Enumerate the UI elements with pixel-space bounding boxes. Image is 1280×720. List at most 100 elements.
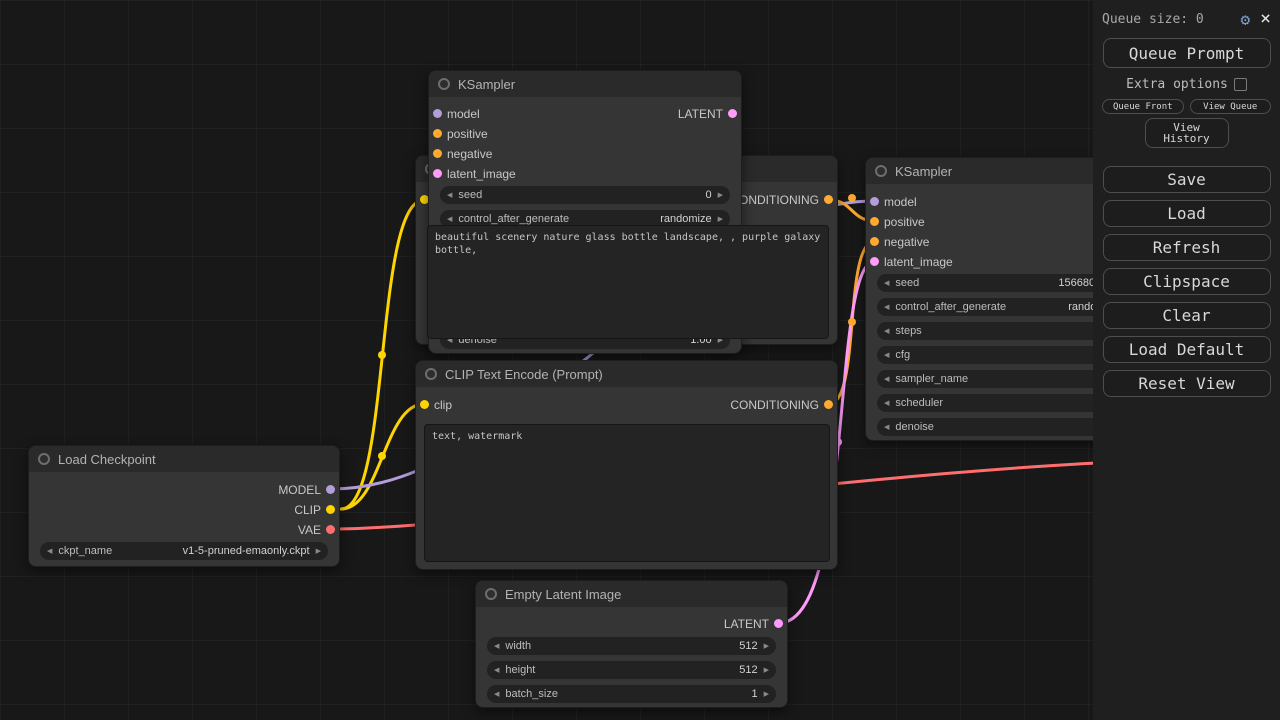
- slot-label: latent_image: [447, 167, 516, 181]
- decrement-arrow-icon[interactable]: ◀: [884, 424, 889, 431]
- decrement-arrow-icon[interactable]: ◀: [447, 216, 452, 223]
- widget-label: cfg: [895, 349, 910, 361]
- queue-front-button[interactable]: Queue Front: [1102, 99, 1184, 114]
- vae-output-slot[interactable]: [326, 525, 335, 534]
- comfyui-canvas[interactable]: { "icons": { "gear": "⚙", "close": "×", …: [0, 0, 1280, 720]
- link-midpoint-dot: [848, 194, 856, 202]
- increment-arrow-icon[interactable]: ▶: [316, 548, 321, 555]
- latent-output-slot[interactable]: [774, 619, 783, 628]
- widget-value: 1: [751, 688, 757, 700]
- node-title-bar[interactable]: CLIP Text Encode (Prompt): [416, 361, 837, 387]
- widget-value: 512: [739, 664, 757, 676]
- slot-label: model: [884, 195, 917, 209]
- clear-button[interactable]: Clear: [1103, 302, 1271, 329]
- queue-size-label: Queue size: 0: [1102, 12, 1241, 27]
- node-title-bar[interactable]: Empty Latent Image: [476, 581, 787, 607]
- decrement-arrow-icon[interactable]: ◀: [884, 280, 889, 287]
- latent-image-input-slot[interactable]: [870, 257, 879, 266]
- refresh-button[interactable]: Refresh: [1103, 234, 1271, 261]
- node-title: KSampler: [458, 77, 515, 92]
- node-title-bar[interactable]: KSampler: [429, 71, 741, 97]
- conditioning-output-slot[interactable]: [824, 400, 833, 409]
- node-load-checkpoint[interactable]: Load Checkpoint MODEL CLIP VAE ◀ ckpt_na…: [28, 445, 340, 567]
- clipspace-button[interactable]: Clipspace: [1103, 268, 1271, 295]
- widget-label: seed: [895, 277, 919, 289]
- reset-view-button[interactable]: Reset View: [1103, 370, 1271, 397]
- slot-label: CLIP: [294, 503, 321, 517]
- view-history-button[interactable]: View History: [1145, 118, 1229, 148]
- decrement-arrow-icon[interactable]: ◀: [884, 400, 889, 407]
- model-input-slot[interactable]: [433, 109, 442, 118]
- decrement-arrow-icon[interactable]: ◀: [884, 328, 889, 335]
- widget-label: width: [505, 640, 531, 652]
- increment-arrow-icon[interactable]: ▶: [764, 667, 769, 674]
- positive-prompt-textarea[interactable]: beautiful scenery nature glass bottle la…: [427, 225, 829, 339]
- decrement-arrow-icon[interactable]: ◀: [884, 304, 889, 311]
- slot-label: CONDITIONING: [730, 193, 819, 207]
- slot-row: latent_image: [429, 165, 741, 183]
- save-button[interactable]: Save: [1103, 166, 1271, 193]
- queue-prompt-button[interactable]: Queue Prompt: [1103, 38, 1271, 68]
- clip-input-slot[interactable]: [420, 400, 429, 409]
- widget-label: denoise: [895, 421, 934, 433]
- slot-label: negative: [884, 235, 929, 249]
- decrement-arrow-icon[interactable]: ◀: [494, 643, 499, 650]
- slot-row: MODEL: [29, 481, 339, 499]
- slot-label: LATENT: [724, 617, 769, 631]
- slot-row: positive: [429, 125, 741, 143]
- extra-options-row: Extra options: [1093, 77, 1280, 92]
- clip-output-slot[interactable]: [326, 505, 335, 514]
- decrement-arrow-icon[interactable]: ◀: [447, 192, 452, 199]
- conditioning-output-slot[interactable]: [824, 195, 833, 204]
- positive-input-slot[interactable]: [433, 129, 442, 138]
- node-title: KSampler: [895, 164, 952, 179]
- widget-label: height: [505, 664, 535, 676]
- increment-arrow-icon[interactable]: ▶: [764, 643, 769, 650]
- decrement-arrow-icon[interactable]: ◀: [884, 352, 889, 359]
- slot-row: model LATENT: [429, 105, 741, 123]
- slot-label: VAE: [298, 523, 321, 537]
- widget-label: batch_size: [505, 688, 558, 700]
- latent-image-input-slot[interactable]: [433, 169, 442, 178]
- seed-widget[interactable]: ◀ seed 0 ▶: [440, 186, 730, 204]
- width-widget[interactable]: ◀ width 512 ▶: [487, 637, 776, 655]
- close-icon[interactable]: ×: [1260, 10, 1271, 28]
- negative-input-slot[interactable]: [870, 237, 879, 246]
- decrement-arrow-icon[interactable]: ◀: [884, 376, 889, 383]
- slot-label: CONDITIONING: [730, 398, 819, 412]
- positive-input-slot[interactable]: [870, 217, 879, 226]
- node-title: CLIP Text Encode (Prompt): [445, 367, 603, 382]
- increment-arrow-icon[interactable]: ▶: [718, 192, 723, 199]
- negative-input-slot[interactable]: [433, 149, 442, 158]
- slot-row: LATENT: [476, 615, 787, 633]
- batch-size-widget[interactable]: ◀ batch_size 1 ▶: [487, 685, 776, 703]
- increment-arrow-icon[interactable]: ▶: [764, 691, 769, 698]
- view-queue-button[interactable]: View Queue: [1190, 99, 1272, 114]
- model-input-slot[interactable]: [870, 197, 879, 206]
- load-default-button[interactable]: Load Default: [1103, 336, 1271, 363]
- negative-prompt-textarea[interactable]: text, watermark: [424, 424, 830, 562]
- model-output-slot[interactable]: [326, 485, 335, 494]
- widget-label: sampler_name: [895, 373, 968, 385]
- slot-label: clip: [434, 398, 452, 412]
- widget-value: 0: [705, 189, 711, 201]
- widget-label: steps: [895, 325, 921, 337]
- latent-output-slot[interactable]: [728, 109, 737, 118]
- widget-label: seed: [458, 189, 482, 201]
- settings-gear-icon[interactable]: ⚙: [1241, 10, 1251, 29]
- widget-label: scheduler: [895, 397, 943, 409]
- decrement-arrow-icon[interactable]: ◀: [494, 691, 499, 698]
- increment-arrow-icon[interactable]: ▶: [718, 216, 723, 223]
- decrement-arrow-icon[interactable]: ◀: [494, 667, 499, 674]
- load-button[interactable]: Load: [1103, 200, 1271, 227]
- ckpt-name-widget[interactable]: ◀ ckpt_name v1-5-pruned-emaonly.ckpt ▶: [40, 542, 328, 560]
- node-empty-latent-image[interactable]: Empty Latent Image LATENT ◀ width 512 ▶ …: [475, 580, 788, 708]
- extra-options-checkbox[interactable]: [1234, 78, 1247, 91]
- node-title: Load Checkpoint: [58, 452, 156, 467]
- decrement-arrow-icon[interactable]: ◀: [47, 548, 52, 555]
- height-widget[interactable]: ◀ height 512 ▶: [487, 661, 776, 679]
- node-title-bar[interactable]: Load Checkpoint: [29, 446, 339, 472]
- widget-value: v1-5-pruned-emaonly.ckpt: [183, 545, 310, 557]
- widget-label: control_after_generate: [458, 213, 569, 225]
- node-status-dot: [875, 165, 887, 177]
